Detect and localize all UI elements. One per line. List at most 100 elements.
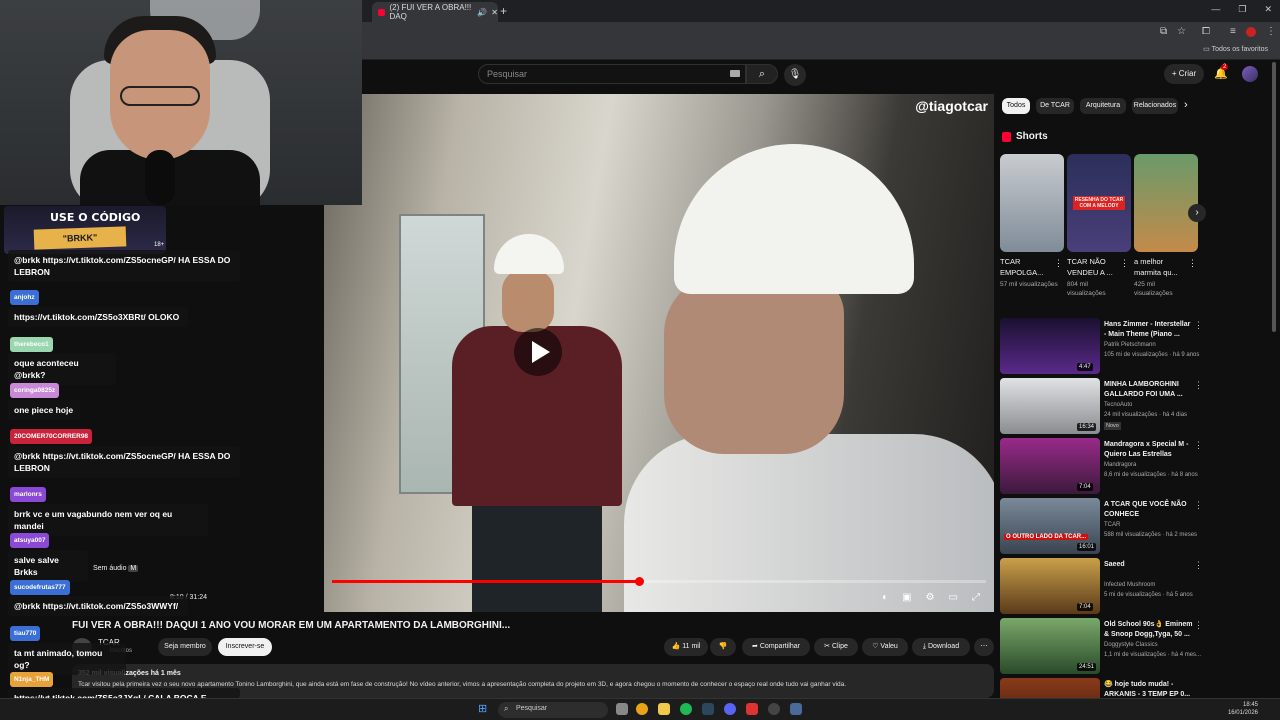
voice-search-button[interactable]: 🎙 [784,64,806,86]
page-scrollbar[interactable] [1272,62,1276,332]
rec-more-icon[interactable]: ⋮ [1194,620,1203,631]
taskbar-clock[interactable]: 18:45 16/01/2026 [1228,701,1258,717]
minimize-icon[interactable]: — [1211,4,1220,15]
menu-dots-icon[interactable]: ⋮ [1266,26,1276,37]
rec-title: MINHA LAMBORGHINI GALLARDO FOI UMA ... [1104,381,1183,398]
chat-username: marlonrs [10,487,46,502]
short-more-2-icon[interactable]: ⋮ [1120,258,1129,269]
progress-bar[interactable] [332,577,986,586]
obs-icon[interactable] [746,703,758,715]
shorts-next-button[interactable]: › [1188,204,1206,222]
like-button[interactable]: 👍 11 mil [664,638,708,656]
short-title-1[interactable]: TCAR EMPOLGA... [1000,256,1054,278]
short-title-3[interactable]: a melhor marmita qu... [1134,256,1188,278]
short-more-3-icon[interactable]: ⋮ [1188,258,1197,269]
taskbar-search[interactable]: ⌕ Pesquisar [498,702,608,718]
rec-meta: 1,1 mi de visualizações · há 4 mes... [1104,652,1202,658]
steam-icon[interactable] [702,703,714,715]
muted-notice-label: Sem áudio [93,565,127,572]
rec-channel: Patrik Pietschmann [1104,342,1156,348]
video-player[interactable]: @tiagotcar ◐ ▣ ⚙ ▭ ⤢ [324,94,994,612]
search-button[interactable]: ⌕ [746,64,778,84]
media-icon[interactable]: ≡ [1230,26,1236,37]
rec-duration: 4:47 [1077,363,1093,371]
chip-todos[interactable]: Todos [1002,98,1030,114]
promo-title: USE O CÓDIGO [50,211,141,224]
recommendation-2[interactable]: 16:34 MINHA LAMBORGHINI GALLARDO FOI UMA… [1000,378,1276,436]
fullscreen-icon[interactable]: ⤢ [972,592,980,603]
recommendation-4[interactable]: O OUTRO LADO DA TCAR... 16:01 A TCAR QUE… [1000,498,1276,556]
recommendation-5[interactable]: 7:04 Saeed Infected Mushroom 5 mi de vis… [1000,558,1276,616]
rec-thumb-text: O OUTRO LADO DA TCAR... [1004,534,1089,540]
settings-icon[interactable] [790,703,802,715]
recommendation-7[interactable]: 😂 hoje tudo muda! - ARKANIS - 3 TEMP EP … [1000,678,1276,698]
recommendation-3[interactable]: 7:04 Mandragora x Special M - Quiero Las… [1000,438,1276,496]
autoplay-toggle-icon[interactable]: ◐ [882,592,888,603]
promo-age: 18+ [154,242,165,248]
rec-duration: 7:04 [1077,603,1093,611]
file-explorer-icon[interactable] [658,703,670,715]
like-count: 11 mil [682,643,701,650]
more-actions-button[interactable]: ⋯ [974,638,994,656]
install-icon[interactable]: ⧉ [1160,26,1167,37]
short-title-2[interactable]: TCAR NÃO VENDEU A ... [1067,256,1121,278]
chat-username: anjohz [10,290,39,305]
start-menu-icon[interactable]: ⊞ [478,702,487,715]
rec-more-icon[interactable]: ⋮ [1194,560,1203,571]
rec-more-icon[interactable]: ⋮ [1194,380,1203,391]
tab-close-icon[interactable]: ✕ [491,8,498,17]
tab-audio-icon: 🔊 [477,7,488,17]
extensions-icon[interactable]: ⧠ [1202,26,1210,37]
subscribe-button[interactable]: Inscrever-se [218,638,272,656]
muted-notice: Sem áudio M [93,565,139,572]
chrome-icon[interactable] [636,703,648,715]
recommendation-6[interactable]: 24:51 Old School 90s👌 Eminem & Snoop Dog… [1000,618,1276,676]
chip-arquitetura[interactable]: Arquitetura [1080,98,1126,114]
rec-more-icon[interactable]: ⋮ [1194,320,1203,331]
thumb-up-icon: 👍 [671,643,681,650]
app-icon[interactable] [768,703,780,715]
chip-de-tcar[interactable]: De TCAR [1036,98,1074,114]
new-tab-button[interactable]: + [500,4,507,18]
browser-tab[interactable]: (2) FUI VER A OBRA!!! DAQ 🔊 ✕ [372,2,498,22]
star-icon[interactable]: ☆ [1177,26,1186,37]
clip-button[interactable]: ✂ Clipe [814,638,858,656]
close-window-icon[interactable]: ✕ [1264,4,1272,15]
all-bookmarks-label: Todos os favoritos [1211,46,1268,53]
chat-username: N1nja_THM [10,672,54,687]
short-thumb-3[interactable] [1134,154,1198,252]
create-button[interactable]: + Criar [1164,64,1204,84]
thumb-down-icon: 👎 [718,643,728,650]
search-input[interactable]: Pesquisar [478,64,746,84]
share-label: Compartilhar [759,643,800,650]
task-view-icon[interactable] [616,703,628,715]
dislike-button[interactable]: 👎 [710,638,736,656]
recommendation-1[interactable]: 4:47 Hans Zimmer - Interstellar - Main T… [1000,318,1276,376]
join-button[interactable]: Seja membro [158,638,212,656]
rec-title: Hans Zimmer - Interstellar - Main Theme … [1104,321,1191,338]
rec-more-icon[interactable]: ⋮ [1194,500,1203,511]
all-bookmarks[interactable]: ▭ Todos os favoritos [1203,45,1268,53]
download-button[interactable]: ⤓ Download [912,638,970,656]
spotify-icon[interactable] [680,703,692,715]
share-button[interactable]: ➦ Compartilhar [742,638,810,656]
miniplayer-icon[interactable]: ▭ [949,592,958,603]
chat-message: brrk vc e um vagabundo nem ver oq eu man… [8,504,208,536]
maximize-icon[interactable]: ❐ [1238,4,1246,15]
play-button[interactable] [514,328,562,376]
thanks-button[interactable]: ♡ Valeu [862,638,908,656]
captions-icon[interactable]: ▣ [902,592,911,603]
short-thumb-1[interactable] [1000,154,1064,252]
settings-gear-icon[interactable]: ⚙ [926,592,935,603]
keyboard-icon[interactable] [730,70,740,77]
short-thumb-2[interactable]: RESENHA DO TCAR COM A MELODY [1067,154,1131,252]
chip-relacionados[interactable]: Relacionados [1132,98,1178,114]
avatar[interactable] [1242,66,1258,82]
rec-title: Old School 90s👌 Eminem & Snoop Dogg,Tyga… [1104,621,1193,638]
discord-icon[interactable] [724,703,736,715]
chevron-right-icon[interactable]: › [1184,99,1188,111]
profile-icon[interactable] [1246,27,1256,37]
rec-more-icon[interactable]: ⋮ [1194,440,1203,451]
short-more-1-icon[interactable]: ⋮ [1054,258,1063,269]
rec-channel: TecnoAuto [1104,402,1133,408]
